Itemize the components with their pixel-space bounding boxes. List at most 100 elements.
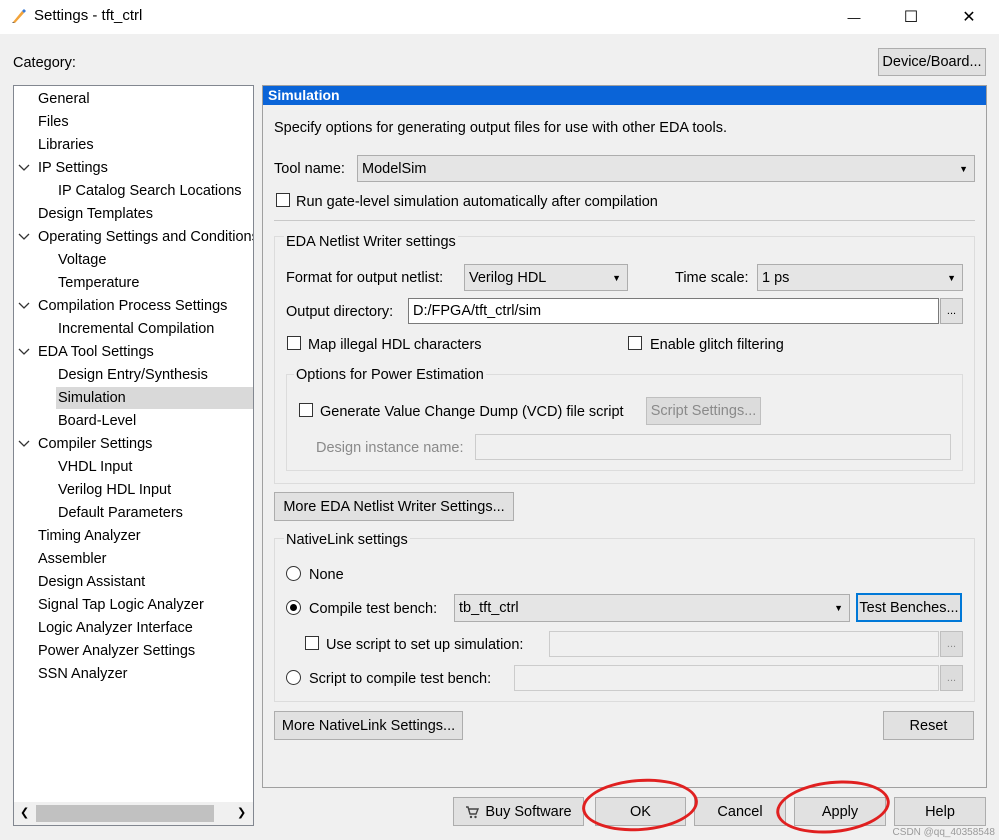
design-instance-label: Design instance name: xyxy=(316,440,464,456)
more-nativelink-settings-button[interactable]: More NativeLink Settings... xyxy=(274,711,463,740)
tree-item[interactable]: Incremental Compilation xyxy=(56,318,214,340)
tree-item[interactable]: Design Templates xyxy=(36,203,153,225)
tree-item[interactable]: VHDL Input xyxy=(56,456,132,478)
device-board-button[interactable]: Device/Board... xyxy=(878,48,986,76)
chevron-down-icon: ▼ xyxy=(612,272,621,283)
tree-item[interactable]: SSN Analyzer xyxy=(36,663,127,685)
tree-expander-chevron-icon[interactable] xyxy=(18,341,30,363)
tree-item[interactable]: IP Catalog Search Locations xyxy=(56,180,242,202)
nativelink-group-title: NativeLink settings xyxy=(284,532,410,548)
vcd-label: Generate Value Change Dump (VCD) file sc… xyxy=(320,404,624,420)
more-netlist-settings-button[interactable]: More EDA Netlist Writer Settings... xyxy=(274,492,514,521)
format-dropdown[interactable]: Verilog HDL ▼ xyxy=(464,264,628,291)
tree-item[interactable]: Libraries xyxy=(36,134,94,156)
timescale-value: 1 ps xyxy=(762,269,790,286)
divider xyxy=(274,220,975,221)
timescale-label: Time scale: xyxy=(675,270,749,286)
output-directory-label: Output directory: xyxy=(286,304,394,320)
scrollbar-thumb[interactable] xyxy=(36,805,214,822)
output-directory-input[interactable]: D:/FPGA/tft_ctrl/sim xyxy=(408,298,939,324)
chevron-down-icon: ▼ xyxy=(959,163,968,174)
tree-item[interactable]: Compilation Process Settings xyxy=(36,295,227,317)
tree-item[interactable]: IP Settings xyxy=(36,157,108,179)
none-radio[interactable] xyxy=(286,566,301,581)
compile-test-bench-dropdown[interactable]: tb_tft_ctrl ▼ xyxy=(454,594,850,622)
tree-item[interactable]: Board-Level xyxy=(56,410,136,432)
tree-item[interactable]: Verilog HDL Input xyxy=(56,479,171,501)
browse-script-compile-button[interactable]: ... xyxy=(940,665,963,691)
run-gate-level-checkbox[interactable] xyxy=(276,193,290,207)
test-benches-button[interactable]: Test Benches... xyxy=(856,593,962,622)
script-settings-button[interactable]: Script Settings... xyxy=(646,397,761,425)
close-button[interactable]: ✕ xyxy=(946,0,992,34)
tree-item[interactable]: EDA Tool Settings xyxy=(36,341,154,363)
script-compile-label: Script to compile test bench: xyxy=(309,671,492,687)
category-label: Category: xyxy=(13,55,76,71)
scroll-left-arrow-icon[interactable]: ❮ xyxy=(20,806,29,819)
tree-expander-chevron-icon[interactable] xyxy=(18,433,30,455)
tree-horizontal-scrollbar[interactable]: ❮ ❯ xyxy=(14,802,253,825)
vcd-checkbox[interactable] xyxy=(299,403,313,417)
title-bar: Settings - tft_ctrl — ☐ ✕ xyxy=(0,0,999,34)
category-tree[interactable]: General Files Libraries IP Settings IP Catal… xyxy=(13,85,254,826)
tree-item[interactable]: Temperature xyxy=(56,272,139,294)
browse-use-script-button[interactable]: ... xyxy=(940,631,963,657)
output-directory-value: D:/FPGA/tft_ctrl/sim xyxy=(413,303,542,319)
tree-item[interactable]: Assembler xyxy=(36,548,107,570)
ok-button[interactable]: OK xyxy=(595,797,686,826)
maximize-icon: ☐ xyxy=(903,9,919,26)
minimize-button[interactable]: — xyxy=(831,0,877,34)
map-illegal-hdl-label: Map illegal HDL characters xyxy=(308,337,482,353)
close-icon: ✕ xyxy=(962,9,976,26)
tree-item[interactable]: General xyxy=(36,88,90,110)
chevron-down-icon: ▼ xyxy=(947,272,956,283)
map-illegal-hdl-checkbox[interactable] xyxy=(287,336,301,350)
tree-item[interactable]: Power Analyzer Settings xyxy=(36,640,195,662)
shopping-cart-icon xyxy=(466,805,480,818)
tree-item[interactable]: Simulation xyxy=(56,387,253,409)
browse-output-directory-button[interactable]: ... xyxy=(940,298,963,324)
chevron-down-icon: ▼ xyxy=(834,603,843,613)
panel-header: Simulation xyxy=(263,86,986,105)
tree-item[interactable]: Default Parameters xyxy=(56,502,183,524)
tree-item[interactable]: Operating Settings and Conditions xyxy=(36,226,253,248)
watermark: CSDN @qq_40358548 xyxy=(892,827,995,838)
tree-item[interactable]: Design Entry/Synthesis xyxy=(56,364,208,386)
use-script-checkbox[interactable] xyxy=(305,636,319,650)
help-button[interactable]: Help xyxy=(894,797,986,826)
compile-test-bench-radio[interactable] xyxy=(286,600,301,615)
tree-expander-chevron-icon[interactable] xyxy=(18,157,30,179)
reset-button[interactable]: Reset xyxy=(883,711,974,740)
scroll-right-arrow-icon[interactable]: ❯ xyxy=(237,806,246,819)
settings-app-icon xyxy=(12,9,26,23)
tree-item[interactable]: Voltage xyxy=(56,249,106,271)
tool-name-dropdown[interactable]: ModelSim ▼ xyxy=(357,155,975,182)
script-compile-radio[interactable] xyxy=(286,670,301,685)
buy-software-button[interactable]: Buy Software xyxy=(453,797,584,826)
tree-item[interactable]: Signal Tap Logic Analyzer xyxy=(36,594,204,616)
window-title: Settings - tft_ctrl xyxy=(34,7,143,24)
apply-button[interactable]: Apply xyxy=(794,797,886,826)
design-instance-input[interactable] xyxy=(475,434,951,460)
tree-item[interactable]: Compiler Settings xyxy=(36,433,152,455)
run-gate-level-label: Run gate-level simulation automatically … xyxy=(296,194,658,210)
use-script-label: Use script to set up simulation: xyxy=(326,637,524,653)
compile-test-bench-label: Compile test bench: xyxy=(309,601,438,617)
minimize-icon: — xyxy=(847,9,861,25)
tree-expander-chevron-icon[interactable] xyxy=(18,295,30,317)
glitch-filtering-checkbox[interactable] xyxy=(628,336,642,350)
tree-item[interactable]: Design Assistant xyxy=(36,571,145,593)
panel-description: Specify options for generating output fi… xyxy=(274,120,727,136)
use-script-input[interactable] xyxy=(549,631,939,657)
power-group-title: Options for Power Estimation xyxy=(294,367,486,383)
tree-item[interactable]: Logic Analyzer Interface xyxy=(36,617,193,639)
tree-item[interactable]: Timing Analyzer xyxy=(36,525,141,547)
tree-item[interactable]: Files xyxy=(36,111,69,133)
timescale-dropdown[interactable]: 1 ps ▼ xyxy=(757,264,963,291)
glitch-filtering-label: Enable glitch filtering xyxy=(650,337,784,353)
format-label: Format for output netlist: xyxy=(286,270,444,286)
tree-expander-chevron-icon[interactable] xyxy=(18,226,30,248)
script-compile-input[interactable] xyxy=(514,665,939,691)
cancel-button[interactable]: Cancel xyxy=(694,797,786,826)
maximize-button[interactable]: ☐ xyxy=(888,0,934,34)
